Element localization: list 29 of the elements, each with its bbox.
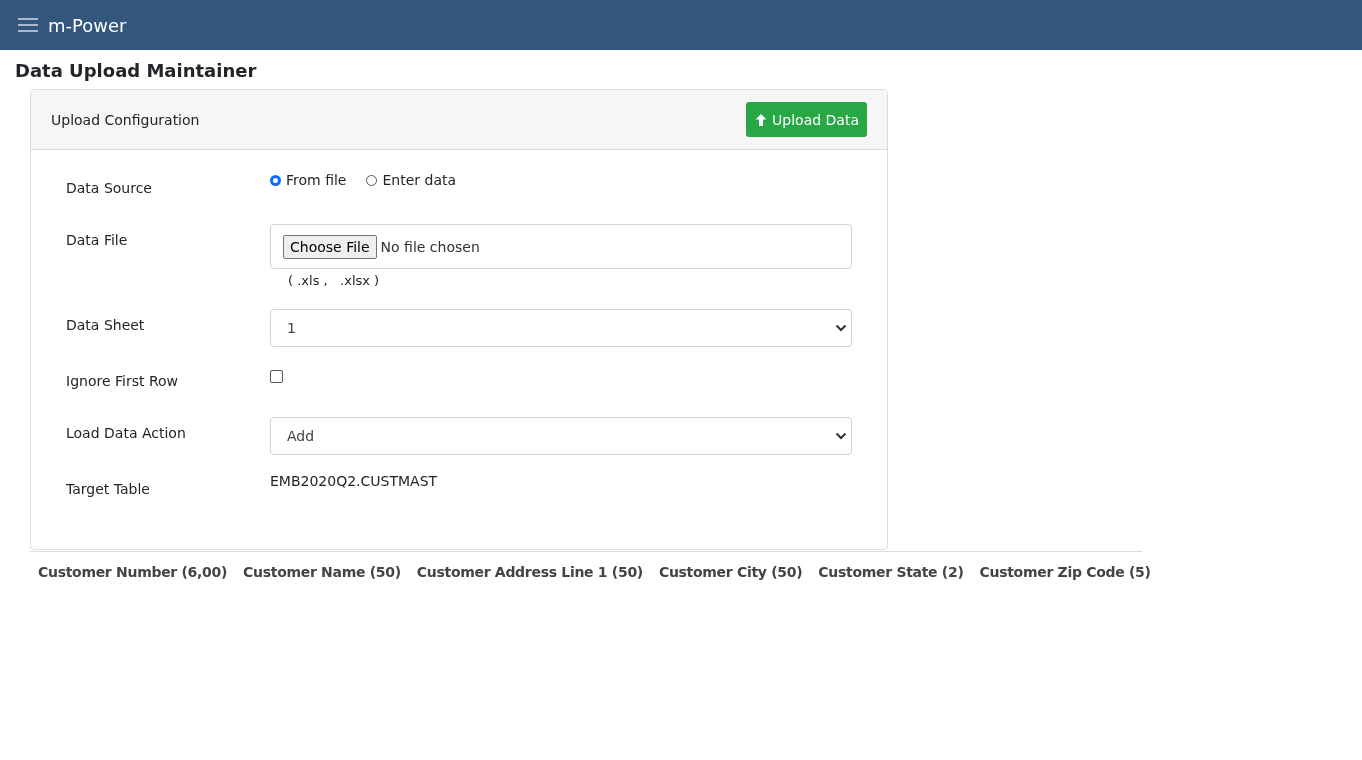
column-header: Customer Name (50)	[243, 564, 401, 580]
radio-option[interactable]: Enter data	[366, 172, 457, 188]
card-title: Upload Configuration	[51, 111, 200, 128]
chevron-down-icon	[835, 324, 847, 332]
select-dropdown[interactable]: Add	[270, 417, 852, 455]
field-label: Data Source	[66, 179, 153, 198]
column-header: Customer Address Line 1 (50)	[416, 564, 643, 580]
file-input[interactable]: Choose File No file chosen	[270, 224, 852, 269]
radio-option[interactable]: From file	[270, 172, 347, 188]
target-table-value: EMB2020Q2.CUSTMAST	[270, 473, 439, 489]
chevron-down-icon	[835, 432, 847, 440]
field-label: Target Table	[66, 480, 151, 499]
column-header: Customer State (2)	[818, 564, 964, 580]
column-header: Customer Number (6,00)	[38, 564, 228, 580]
column-header: Customer Zip Code (5)	[979, 564, 1151, 580]
field-label: Data File	[66, 231, 129, 250]
field-label: Data Sheet	[66, 316, 146, 335]
field-label: Load Data Action	[66, 424, 187, 443]
file-type-hint: ( .xls , .xlsx )	[287, 272, 381, 288]
checkbox[interactable]	[270, 370, 283, 383]
app-title[interactable]: m-Power	[48, 14, 127, 36]
choose-file-button[interactable]: Choose File	[283, 234, 377, 259]
column-header: Customer City (50)	[658, 564, 803, 580]
up-arrow-icon	[754, 112, 769, 127]
field-label: Ignore First Row	[66, 372, 179, 391]
page-title: Data Upload Maintainer	[15, 60, 258, 81]
select-dropdown[interactable]: 1	[270, 309, 852, 347]
file-status: No file chosen	[380, 238, 480, 255]
menu-icon[interactable]	[18, 17, 38, 33]
